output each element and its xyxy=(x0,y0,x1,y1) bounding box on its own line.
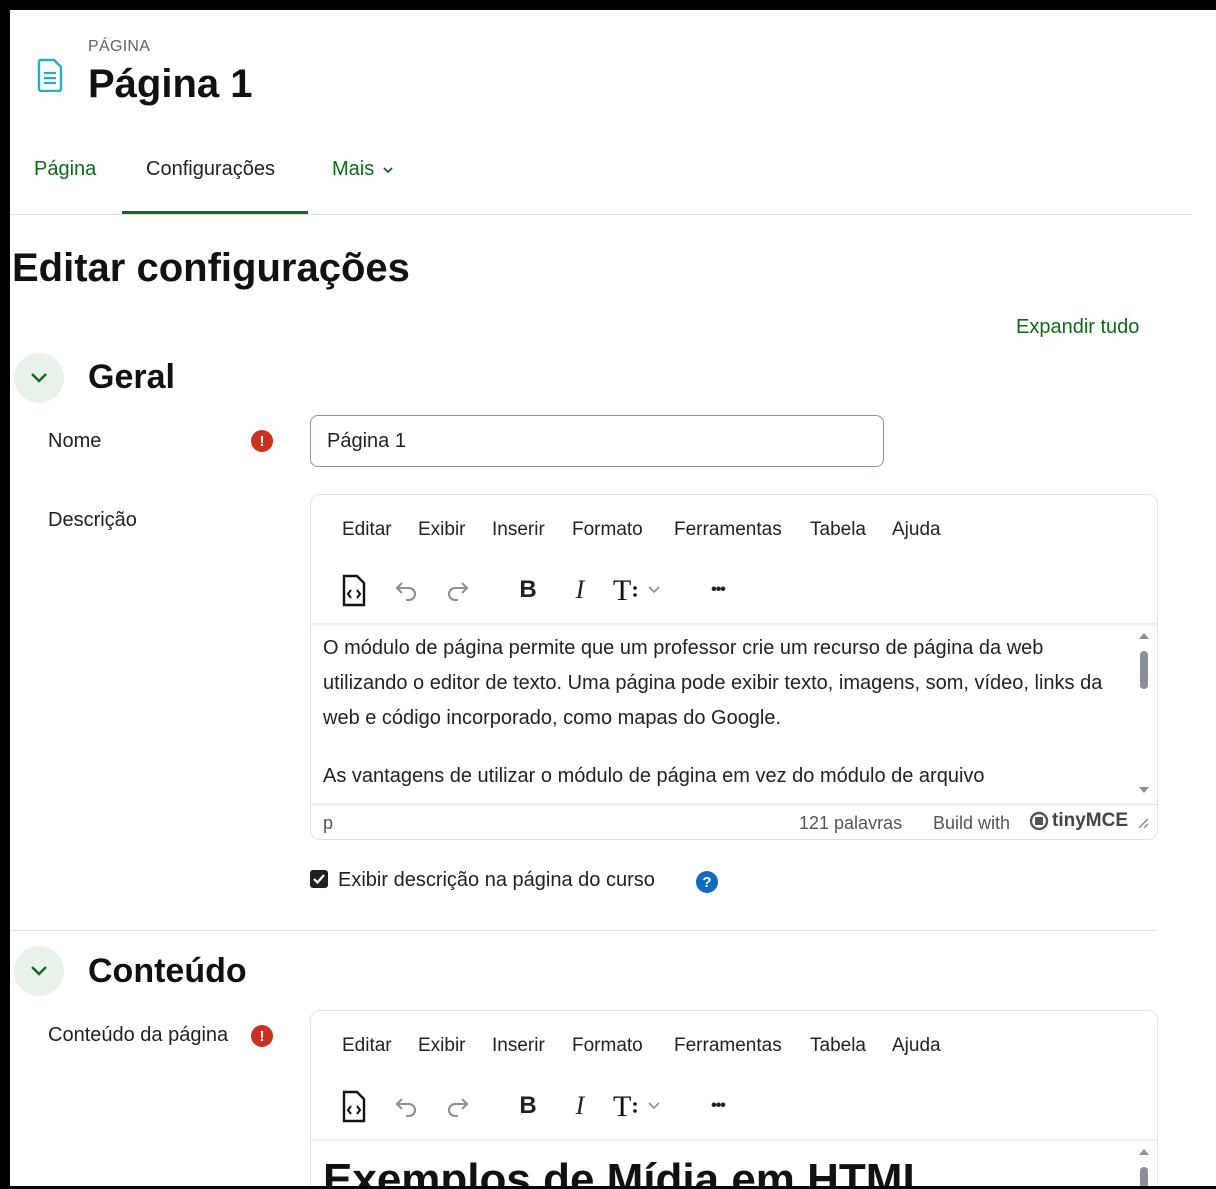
redo-button[interactable] xyxy=(443,1091,473,1121)
menu-tabela[interactable]: Tabela xyxy=(810,1035,866,1057)
section-divider xyxy=(10,930,1158,931)
menu-editar[interactable]: Editar xyxy=(342,1035,392,1057)
required-icon: ! xyxy=(251,430,273,452)
nome-label: Nome xyxy=(48,430,102,452)
text-size-icon: T xyxy=(613,1090,660,1123)
tab-pagina[interactable]: Página xyxy=(34,158,96,181)
undo-button[interactable] xyxy=(391,1091,421,1121)
redo-icon xyxy=(448,582,469,601)
conteudo-label: Conteúdo da página xyxy=(48,1024,229,1046)
menu-inserir[interactable]: Inserir xyxy=(492,519,545,541)
editor-statusbar: p 121 palavras Build with tinyMCE xyxy=(311,804,1157,839)
menu-exibir[interactable]: Exibir xyxy=(418,1035,466,1057)
page-icon xyxy=(37,58,63,92)
scroll-up-icon xyxy=(1139,633,1149,639)
tinymce-logo-icon xyxy=(1029,811,1049,831)
chevron-down-icon xyxy=(31,966,47,976)
tinymce-link[interactable]: tinyMCE xyxy=(1029,810,1128,832)
bold-button[interactable]: B xyxy=(515,573,541,607)
menu-ferramentas[interactable]: Ferramentas xyxy=(674,1035,782,1057)
page-title: Página 1 xyxy=(88,62,253,106)
editor-toolbar: B I T ••• xyxy=(311,1075,1157,1139)
redo-button[interactable] xyxy=(443,575,473,605)
show-description-label[interactable]: Exibir descrição na página do curso xyxy=(338,869,655,892)
descricao-editor: Editar Exibir Inserir Formato Ferramenta… xyxy=(310,494,1158,840)
tab-configuracoes[interactable]: Configurações xyxy=(146,158,275,181)
tinymce-brand: tinyMCE xyxy=(1052,810,1128,831)
bold-button[interactable]: B xyxy=(515,1089,541,1123)
secondary-navigation: Página Configurações Mais xyxy=(10,150,1192,215)
italic-button[interactable]: I xyxy=(567,1089,593,1123)
svg-text:T: T xyxy=(613,574,631,607)
italic-button[interactable]: I xyxy=(567,573,593,607)
editor-toolbar: B I T ••• xyxy=(311,559,1157,623)
editor-menubar: Editar Exibir Inserir Formato Ferramenta… xyxy=(311,1011,1157,1075)
collapse-conteudo-button[interactable] xyxy=(14,946,64,996)
conteudo-editor: Editar Exibir Inserir Formato Ferramenta… xyxy=(310,1010,1158,1186)
source-code-icon xyxy=(342,1090,366,1123)
section-title-conteudo: Conteúdo xyxy=(88,952,247,990)
source-code-button[interactable] xyxy=(339,573,369,609)
menu-ferramentas[interactable]: Ferramentas xyxy=(674,519,782,541)
word-count: 121 palavras xyxy=(799,813,903,833)
resize-handle-icon[interactable] xyxy=(1137,817,1149,829)
checkmark-icon xyxy=(313,874,325,885)
text-size-icon: T xyxy=(613,574,660,607)
editor-scrollbar[interactable] xyxy=(1137,1147,1151,1186)
menu-exibir[interactable]: Exibir xyxy=(418,519,466,541)
show-description-checkbox[interactable] xyxy=(310,870,328,888)
required-icon: ! xyxy=(251,1025,273,1047)
editor-scrollbar[interactable] xyxy=(1137,631,1151,795)
descricao-paragraph-1: O módulo de página permite que um profes… xyxy=(323,637,1103,729)
toolbar-shadow xyxy=(311,623,1157,627)
page-heading: Editar configurações xyxy=(12,246,410,290)
source-code-icon xyxy=(342,574,366,607)
tab-mais[interactable]: Mais xyxy=(332,158,394,181)
expand-all-link[interactable]: Expandir tudo xyxy=(1016,316,1139,339)
scroll-thumb[interactable] xyxy=(1140,1167,1148,1186)
scroll-up-icon xyxy=(1139,1149,1149,1155)
undo-button[interactable] xyxy=(391,575,421,605)
menu-formato[interactable]: Formato xyxy=(572,1035,643,1057)
more-tools-button[interactable]: ••• xyxy=(703,573,733,607)
page-canvas: PÁGINA Página 1 Página Configurações Mai… xyxy=(10,10,1216,1186)
font-size-button[interactable]: T xyxy=(611,1089,669,1123)
source-code-button[interactable] xyxy=(339,1089,369,1125)
conteudo-heading[interactable]: Exemplos de Mídia em HTML xyxy=(323,1155,929,1186)
menu-editar[interactable]: Editar xyxy=(342,519,392,541)
editor-menubar: Editar Exibir Inserir Formato Ferramenta… xyxy=(311,495,1157,559)
active-tab-indicator xyxy=(122,211,308,214)
scroll-down-icon xyxy=(1139,787,1149,793)
undo-icon xyxy=(395,582,416,601)
menu-ajuda[interactable]: Ajuda xyxy=(892,1035,941,1057)
section-title-geral: Geral xyxy=(88,358,175,396)
activity-type-label: PÁGINA xyxy=(88,38,151,55)
collapse-geral-button[interactable] xyxy=(14,353,64,403)
menu-inserir[interactable]: Inserir xyxy=(492,1035,545,1057)
build-with-label: Build with xyxy=(933,813,1011,833)
descricao-content[interactable]: O módulo de página permite que um profes… xyxy=(323,631,1131,817)
chevron-down-icon xyxy=(31,373,47,383)
nome-input[interactable] xyxy=(310,415,884,467)
undo-icon xyxy=(395,1098,416,1117)
element-path[interactable]: p xyxy=(323,813,333,834)
toolbar-shadow xyxy=(311,1139,1157,1143)
help-icon[interactable]: ? xyxy=(696,871,718,893)
redo-icon xyxy=(448,1098,469,1117)
chevron-down-icon xyxy=(383,167,393,173)
descricao-label: Descrição xyxy=(48,509,137,531)
font-size-button[interactable]: T xyxy=(611,573,669,607)
menu-ajuda[interactable]: Ajuda xyxy=(892,519,941,541)
menu-tabela[interactable]: Tabela xyxy=(810,519,866,541)
svg-text:T: T xyxy=(613,1090,631,1123)
tab-mais-label: Mais xyxy=(332,158,375,180)
menu-formato[interactable]: Formato xyxy=(572,519,643,541)
descricao-paragraph-2: As vantagens de utilizar o módulo de pág… xyxy=(323,765,985,787)
more-tools-button[interactable]: ••• xyxy=(703,1089,733,1123)
scroll-thumb[interactable] xyxy=(1140,651,1148,689)
